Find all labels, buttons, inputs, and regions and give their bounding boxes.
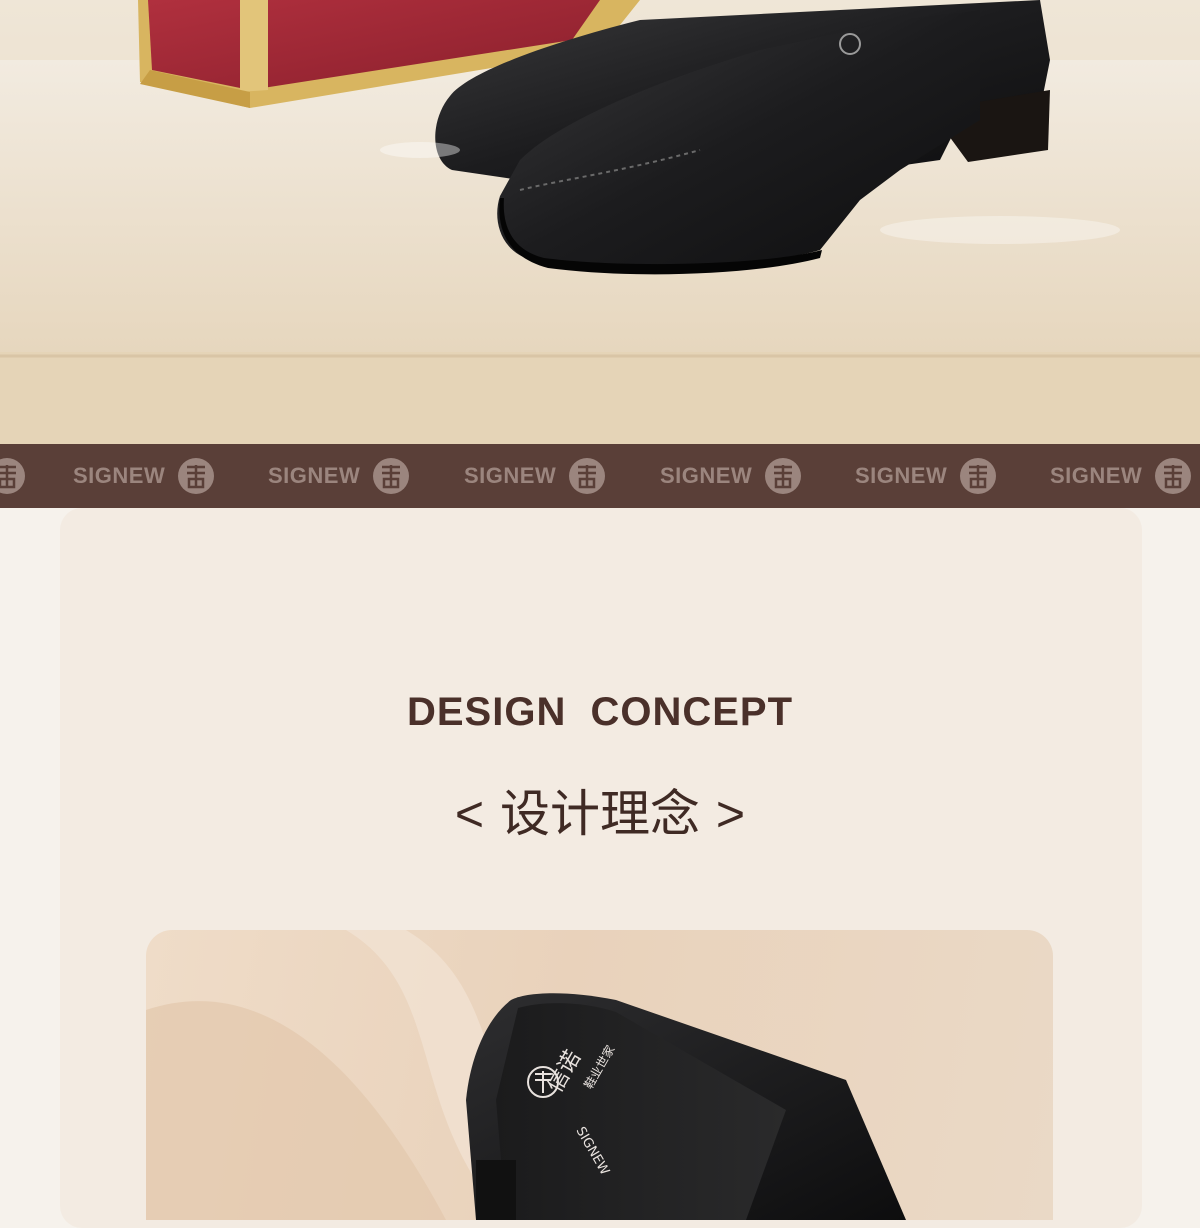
detail-shoe [466, 993, 906, 1220]
brand-unit: SIGNEW [464, 444, 606, 508]
brand-wordmark: SIGNEW [660, 463, 753, 488]
signew-seal-icon [765, 458, 802, 494]
hero-illustration [0, 0, 1200, 444]
signew-seal-icon [178, 458, 215, 494]
signew-seal-icon [1155, 458, 1192, 494]
signew-seal-icon [960, 458, 997, 494]
brand-unit: SIGNEW [268, 444, 410, 508]
brand-wordmark: SIGNEW [464, 463, 557, 488]
subtitle-text: 设计理念 [500, 785, 700, 843]
brand-wordmark: SIGNEW [268, 463, 361, 488]
product-detail-illustration: 信诺 鞋业世家 SIGNEW [146, 930, 906, 1220]
brand-unit-partial [0, 444, 26, 508]
brand-strip: SIGNEW SIGNEW SIGNEW SIGNEW SIGNEW SIGNE… [0, 444, 1200, 508]
subtitle-open-bracket: < [454, 786, 485, 842]
section-subtitle: < 设计理念 > [0, 774, 1200, 846]
brand-unit: SIGNEW [73, 444, 215, 508]
brand-unit: SIGNEW [660, 444, 802, 508]
brand-unit: SIGNEW [855, 444, 997, 508]
signew-seal-icon [373, 458, 410, 494]
signew-seal-icon [569, 458, 606, 494]
brand-wordmark: SIGNEW [1050, 463, 1143, 488]
product-detail-image: 信诺 鞋业世家 SIGNEW [146, 930, 1053, 1220]
brand-wordmark: SIGNEW [73, 463, 166, 488]
hero-product-image [0, 0, 1200, 444]
brand-unit: SIGNEW [1050, 444, 1192, 508]
brand-wordmark: SIGNEW [855, 463, 948, 488]
signew-seal-icon [0, 458, 25, 494]
section-title: DESIGN CONCEPT [406, 690, 794, 734]
subtitle-close-bracket: > [715, 786, 746, 842]
